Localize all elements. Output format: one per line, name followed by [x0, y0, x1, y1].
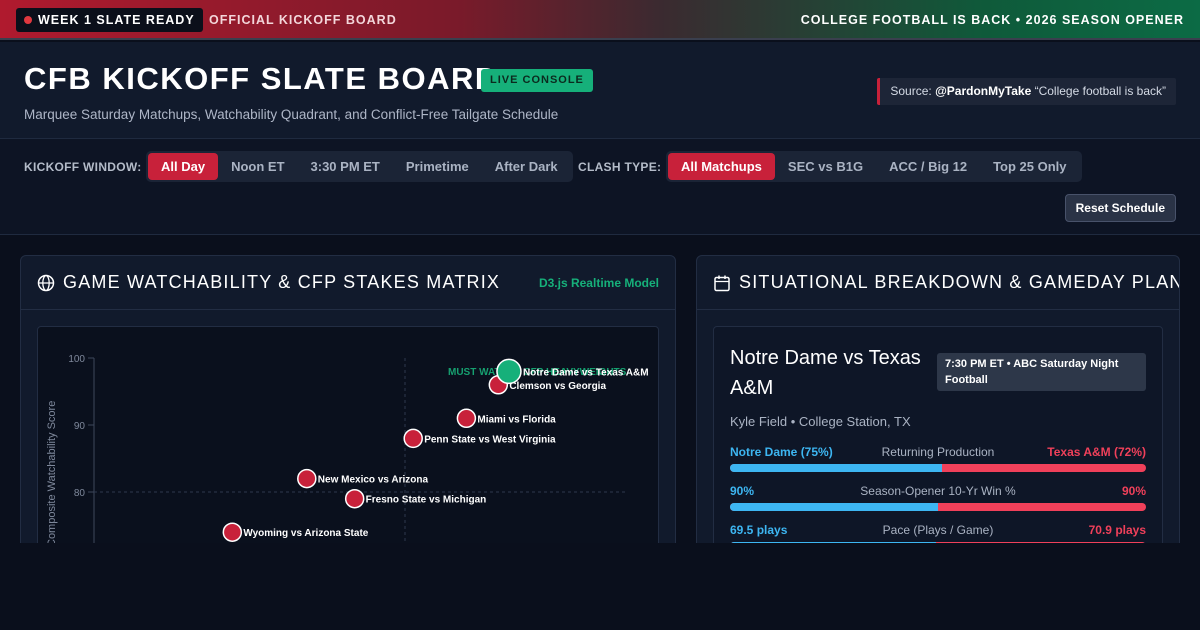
kickoff-option-primetime[interactable]: Primetime	[393, 153, 482, 180]
kickoff-window-toggle: All Day Noon ET 3:30 PM ET Primetime Aft…	[146, 151, 573, 182]
calendar-icon	[714, 275, 730, 292]
stat-comparison-bar	[730, 503, 1146, 511]
source-quote: “College football is back”	[1034, 84, 1166, 98]
slate-ready-label: WEEK 1 SLATE READY	[38, 13, 195, 27]
live-dot-icon	[24, 16, 32, 24]
situational-breakdown-panel: SITUATIONAL BREAKDOWN & GAMEDAY PLAN Not…	[696, 255, 1180, 555]
live-console-badge: LIVE CONSOLE	[481, 69, 593, 92]
kickoff-option-330[interactable]: 3:30 PM ET	[298, 153, 393, 180]
game-point-label: Wyoming vs Arizona State	[243, 528, 368, 539]
y-tick-label: 80	[74, 488, 86, 499]
game-point	[344, 488, 365, 509]
clash-option-all[interactable]: All Matchups	[668, 153, 775, 180]
page-title: CFB KICKOFF SLATE BOARD	[24, 61, 499, 96]
game-point-label: Miami vs Florida	[477, 414, 556, 425]
page-header: CFB KICKOFF SLATE BOARD LIVE CONSOLE Mar…	[0, 42, 1200, 139]
game-point	[403, 428, 423, 449]
kickoff-option-after-dark[interactable]: After Dark	[482, 153, 571, 180]
kickoff-option-all-day[interactable]: All Day	[148, 153, 219, 180]
y-axis-label: Composite Watchability Score	[46, 401, 58, 547]
stat-bar-fill	[730, 503, 938, 511]
game-point-label: Penn State vs West Virginia	[424, 434, 556, 445]
clash-option-acc-big12[interactable]: ACC / Big 12	[876, 153, 980, 180]
breakdown-panel-header: SITUATIONAL BREAKDOWN & GAMEDAY PLAN	[697, 256, 1179, 310]
source-callout: Source: @PardonMyTake “College football …	[877, 78, 1176, 105]
stat-label: Season-Opener 10-Yr Win %	[860, 484, 1016, 498]
stat-right-value: 70.9 plays	[1088, 523, 1146, 537]
globe-icon	[37, 274, 55, 292]
stat-returning-production: Notre Dame (75%) Returning Production Te…	[730, 445, 1146, 479]
stat-right-value: 90%	[1121, 484, 1146, 498]
game-point-label: Clemson vs Georgia	[509, 381, 606, 392]
kickoff-window-label: KICKOFF WINDOW:	[24, 160, 142, 174]
stat-right-value: Texas A&M (72%)	[1047, 445, 1146, 459]
matchup-detail-card: Notre Dame vs Texas A&M 7:30 PM ET • ABC…	[713, 326, 1163, 554]
season-tagline: COLLEGE FOOTBALL IS BACK • 2026 SEASON O…	[800, 13, 1184, 27]
stat-comparison-bar	[730, 464, 1146, 472]
reset-schedule-button[interactable]: Reset Schedule	[1064, 194, 1176, 222]
kickoff-option-noon[interactable]: Noon ET	[218, 153, 297, 180]
highlighted-game-point	[496, 358, 522, 385]
stat-opener-win-pct: 90% Season-Opener 10-Yr Win % 90%	[730, 484, 1146, 518]
game-point	[222, 522, 243, 542]
matrix-panel-header: GAME WATCHABILITY & CFP STAKES MATRIX D3…	[21, 256, 675, 310]
game-point-label: Notre Dame vs Texas A&M	[523, 367, 649, 378]
game-point	[456, 408, 477, 429]
stat-label: Pace (Plays / Game)	[882, 523, 994, 537]
official-board-label: OFFICIAL KICKOFF BOARD	[209, 13, 397, 27]
stat-bar-fill	[730, 464, 943, 472]
y-tick-label: 100	[68, 354, 85, 365]
breakdown-panel-title: SITUATIONAL BREAKDOWN & GAMEDAY PLAN	[739, 272, 1180, 292]
clash-option-top25[interactable]: Top 25 Only	[980, 153, 1079, 180]
filter-bar: KICKOFF WINDOW: All Day Noon ET 3:30 PM …	[0, 139, 1200, 235]
selected-matchup-title: Notre Dame vs Texas A&M	[730, 347, 921, 399]
watchability-matrix-panel: GAME WATCHABILITY & CFP STAKES MATRIX D3…	[20, 255, 676, 555]
clash-type-toggle: All Matchups SEC vs B1G ACC / Big 12 Top…	[666, 151, 1082, 182]
watchability-chart: 100 90 80 Composite Watchability Score MUST …	[37, 326, 659, 554]
kickoff-time-badge: 7:30 PM ET • ABC Saturday Night Football	[937, 353, 1146, 391]
source-handle: @PardonMyTake	[935, 84, 1032, 98]
game-point	[297, 468, 317, 489]
matrix-panel-title: GAME WATCHABILITY & CFP STAKES MATRIX	[63, 272, 501, 292]
page-footer-blank	[0, 543, 1200, 630]
model-tag: D3.js Realtime Model	[538, 276, 659, 290]
y-tick-label: 90	[74, 421, 86, 432]
source-prefix: Source:	[890, 84, 932, 98]
game-point-label: New Mexico vs Arizona	[318, 475, 429, 486]
clash-type-label: CLASH TYPE:	[578, 160, 662, 174]
watchability-scatter: 1009080Composite Watchability ScoreMUST …	[46, 354, 649, 554]
slate-ready-badge: WEEK 1 SLATE READY	[16, 8, 203, 32]
game-point-label: Fresno State vs Michigan	[366, 495, 487, 506]
clash-option-sec-b1g[interactable]: SEC vs B1G	[775, 153, 876, 180]
page-subtitle: Marquee Saturday Matchups, Watchability …	[24, 107, 559, 122]
venue-label: Kyle Field • College Station, TX	[730, 414, 911, 429]
top-banner: WEEK 1 SLATE READY OFFICIAL KICKOFF BOAR…	[0, 0, 1200, 40]
